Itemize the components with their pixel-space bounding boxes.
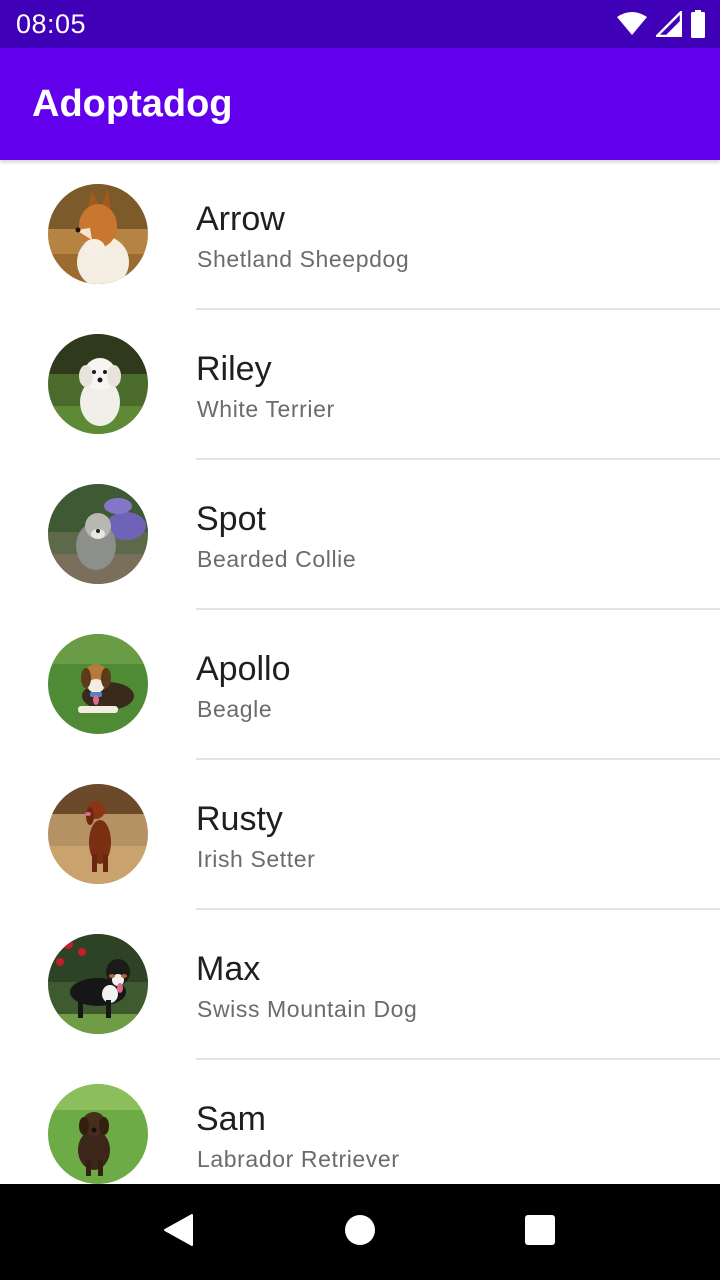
dog-name: Apollo (196, 650, 291, 688)
wifi-icon (616, 12, 648, 36)
dog-avatar-max (48, 934, 148, 1034)
dog-name: Spot (196, 500, 266, 538)
app-title: Adoptadog (32, 83, 233, 125)
dog-avatar-arrow (48, 184, 148, 284)
dog-list-item[interactable]: Rusty Irish Setter (0, 760, 720, 910)
app-bar: Adoptadog (0, 48, 720, 160)
status-time: 08:05 (16, 9, 87, 39)
dog-name: Rusty (196, 800, 283, 838)
dog-list-item[interactable]: Spot Bearded Collie (0, 460, 720, 610)
dog-breed: Irish Setter (197, 846, 316, 872)
dog-breed: Labrador Retriever (197, 1146, 400, 1172)
status-bar: 08:05 (0, 0, 720, 48)
dog-list-item[interactable]: Arrow Shetland Sheepdog (0, 160, 720, 310)
dog-name: Riley (196, 350, 272, 388)
cell-signal-icon (656, 11, 682, 37)
home-button[interactable] (336, 1208, 384, 1256)
back-button[interactable] (154, 1208, 202, 1256)
dog-list-item[interactable]: Apollo Beagle (0, 610, 720, 760)
dog-avatar-sam (48, 1084, 148, 1184)
dog-name: Max (196, 950, 261, 988)
dog-avatar-apollo (48, 634, 148, 734)
battery-icon (690, 10, 706, 38)
back-icon (162, 1213, 194, 1252)
dog-breed: White Terrier (197, 396, 335, 422)
dog-name: Sam (196, 1100, 266, 1138)
dog-list-item[interactable]: Riley White Terrier (0, 310, 720, 460)
dog-breed: Beagle (197, 696, 273, 722)
dog-name: Arrow (196, 200, 285, 238)
dog-list-item[interactable]: Max Swiss Mountain Dog (0, 910, 720, 1060)
dog-list[interactable]: Arrow Shetland Sheepdog Riley White Terr… (0, 160, 720, 1184)
navigation-bar (0, 1184, 720, 1280)
dog-avatar-rusty (48, 784, 148, 884)
recents-icon (525, 1214, 555, 1250)
dog-breed: Shetland Sheepdog (197, 246, 410, 272)
dog-breed: Bearded Collie (197, 546, 357, 572)
dog-breed: Swiss Mountain Dog (197, 996, 418, 1022)
dog-avatar-spot (48, 484, 148, 584)
status-icons (616, 10, 706, 38)
recents-button[interactable] (516, 1208, 564, 1256)
home-icon (345, 1214, 375, 1250)
dog-avatar-riley (48, 334, 148, 434)
dog-list-item[interactable]: Sam Labrador Retriever (0, 1060, 720, 1184)
